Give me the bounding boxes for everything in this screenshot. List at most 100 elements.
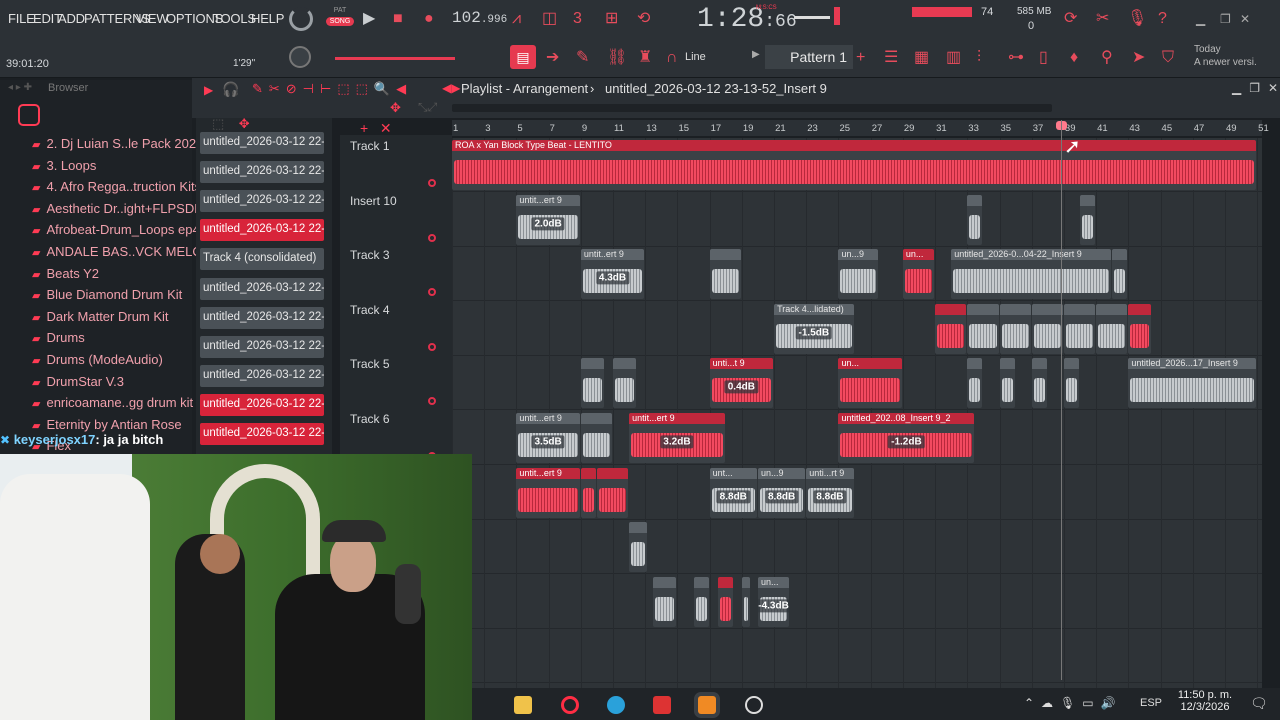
browser-icon[interactable]: ▯	[1039, 50, 1048, 66]
file-explorer-icon[interactable]	[514, 696, 532, 714]
audio-clip[interactable]	[1063, 358, 1080, 409]
browser-item[interactable]: ▰ Dark Matter Drum Kit	[32, 309, 169, 324]
browser-item[interactable]: ▰ Beats Y2	[32, 266, 99, 281]
pattern-selector[interactable]: Pattern 1	[765, 45, 853, 69]
audio-clip[interactable]	[967, 358, 983, 409]
magnet-icon[interactable]: ∩	[666, 50, 678, 66]
browser-search-icon[interactable]	[18, 104, 40, 126]
audio-clip[interactable]	[999, 358, 1015, 409]
audio-clip[interactable]: unti...rt 9 8.8dB	[806, 467, 854, 518]
playlist-menu-arrow-icon[interactable]: ▶	[204, 83, 213, 97]
audio-clip[interactable]: untitled_2026-0...04-22_Insert 9	[951, 249, 1112, 300]
master-pitch-knob[interactable]	[289, 46, 311, 68]
pattern-chip[interactable]: untitled_2026-03-12 22-...	[200, 335, 324, 358]
audio-clip[interactable]	[935, 303, 967, 354]
playlist-nav-arrow-icon[interactable]: ◀▶	[442, 81, 460, 95]
routing-icon[interactable]: ⊶	[1008, 50, 1024, 66]
tempo-display[interactable]: 102.996	[452, 9, 507, 27]
audio-clip[interactable]	[580, 358, 604, 409]
system-tray-icons[interactable]: ⌃☁🎙▭🔊	[1024, 696, 1123, 710]
record-icon[interactable]: ●	[424, 11, 434, 27]
pattern-chip[interactable]: untitled_2026-03-12 22-...	[200, 277, 324, 300]
track-mute-led[interactable]	[428, 288, 436, 297]
audio-clip[interactable]: unt... 8.8dB	[709, 467, 757, 518]
audio-clip[interactable]: untit...ert 9	[516, 467, 580, 518]
audio-clip[interactable]: untitled_2026...17_Insert 9	[1128, 358, 1257, 409]
audio-clip[interactable]: un...9	[838, 249, 878, 300]
media-app-icon[interactable]	[653, 696, 671, 714]
track-name[interactable]: Track 4	[350, 303, 390, 317]
track-name[interactable]: Track 6	[350, 412, 390, 426]
loop-record-icon[interactable]: ⟲	[637, 11, 650, 27]
audio-clip[interactable]	[999, 303, 1031, 354]
browser-item[interactable]: ▰ Afrobeat-Drum_Loops ep4	[32, 222, 200, 237]
play-icon[interactable]: ▶	[363, 11, 375, 27]
menu-file[interactable]: FILE	[8, 11, 35, 26]
master-volume-knob[interactable]	[289, 7, 313, 31]
track-name[interactable]: Track 5	[350, 357, 390, 371]
shop-icon[interactable]: ⛉	[1162, 50, 1174, 66]
audio-clip[interactable]	[967, 194, 983, 245]
pattern-chip[interactable]: untitled_2026-03-12 22-...	[200, 132, 324, 154]
audio-clip[interactable]	[717, 576, 733, 627]
audio-clip[interactable]: Track 4...lidated) -1.5dB	[774, 303, 854, 354]
minimize-icon[interactable]: ▁	[1196, 11, 1205, 27]
audio-clip[interactable]	[1031, 303, 1063, 354]
menu-add[interactable]: ADD	[58, 11, 85, 26]
stamp-icon[interactable]: ♜	[638, 50, 652, 66]
language-indicator[interactable]: ESP	[1140, 697, 1162, 709]
audio-clip[interactable]	[580, 413, 613, 463]
browser-item[interactable]: ▰ Drums (ModeAudio)	[32, 352, 163, 367]
playlist-window-controls[interactable]: ▁❐✕	[1232, 81, 1280, 95]
pattern-prev-icon[interactable]: ▶	[752, 49, 760, 60]
pattern-chip[interactable]: untitled_2026-03-12 22-...	[200, 161, 324, 184]
audio-clip[interactable]: untitled_202..08_Insert 9_2 -1.2dB	[838, 413, 975, 463]
audio-clip[interactable]	[1112, 249, 1128, 300]
audio-clip[interactable]	[1128, 303, 1152, 354]
audio-clip[interactable]	[653, 576, 677, 627]
wait-for-input-icon[interactable]: ◫	[542, 11, 557, 27]
audio-clip[interactable]	[1031, 358, 1047, 409]
audio-clip[interactable]: untit...ert 9 3.2dB	[629, 413, 725, 463]
audio-clip[interactable]: untit...ert 9 3.5dB	[516, 413, 580, 463]
notifications-icon[interactable]: 🗨	[1250, 695, 1268, 712]
obs-icon[interactable]	[745, 696, 763, 714]
close-icon[interactable]: ✕	[1240, 11, 1250, 27]
playlist-lane[interactable]	[452, 629, 1262, 684]
browser-item[interactable]: ▰ 3. Loops	[32, 158, 96, 173]
audio-clip[interactable]	[1080, 194, 1096, 245]
audio-clip[interactable]: un... -4.3dB	[757, 576, 790, 627]
audio-clip[interactable]	[709, 249, 741, 300]
pattern-picker-toolbar[interactable]: ⬚ ✥	[212, 116, 250, 132]
snap-to-grid-icon[interactable]: ▤	[510, 45, 536, 69]
audio-clip[interactable]	[1096, 303, 1128, 354]
metronome-icon[interactable]: ⩘	[512, 11, 521, 27]
timeline-ruler[interactable]: 1 3 5 7 9 11 13 15 17 19 21 23 25 27 29 31 33 35 37 39 41 43 4…	[452, 120, 1269, 136]
browser-arrows-icon[interactable]: ◂ ▸ ✚	[8, 82, 32, 93]
browser-item[interactable]: ▰ DrumStar V.3	[32, 374, 124, 389]
horizontal-scrollbar[interactable]	[452, 104, 1052, 112]
track-mute-led[interactable]	[428, 342, 436, 351]
audio-clip[interactable]: untit...ert 9 2.0dB	[516, 194, 580, 245]
cpu-refresh-icon[interactable]: ⟳	[1064, 11, 1077, 27]
microphone-icon[interactable]: 🎙	[1127, 11, 1147, 27]
pattern-chip[interactable]: untitled_2026-03-12 22-...	[200, 423, 324, 445]
audio-clip[interactable]	[629, 522, 648, 573]
clock[interactable]: 11:50 p. m. 12/3/2026	[1170, 689, 1240, 713]
link-icon[interactable]: ⛓	[607, 50, 627, 66]
piano-roll-icon[interactable]: ▦	[914, 50, 929, 66]
arrow-right-icon[interactable]: ➔	[546, 50, 559, 66]
pencil-icon[interactable]: ✎	[576, 50, 589, 66]
audio-clip[interactable]: untit..ert 9 4.3dB	[580, 249, 645, 300]
menu-help[interactable]: HELP	[251, 11, 284, 26]
audio-clip[interactable]: ROA x Yan Block Type Beat - LENTITO	[452, 140, 1257, 190]
browser-item[interactable]: ▰ 4. Afro Regga..truction Kits	[32, 179, 201, 194]
menu-view[interactable]: VIEW	[136, 11, 169, 26]
browser-item[interactable]: ▰ enricoamane..gg drum kit	[32, 395, 193, 410]
audio-clip[interactable]	[613, 358, 637, 409]
playlist-lane[interactable]	[452, 520, 1262, 575]
audio-clip[interactable]	[967, 303, 999, 354]
pattern-chip[interactable]: untitled_2026-03-12 22-...	[200, 219, 324, 242]
browser-item[interactable]: ▰ ANDALE BAS..VCK MELODY	[32, 244, 221, 259]
playlist-icon[interactable]: ☰	[884, 50, 898, 66]
